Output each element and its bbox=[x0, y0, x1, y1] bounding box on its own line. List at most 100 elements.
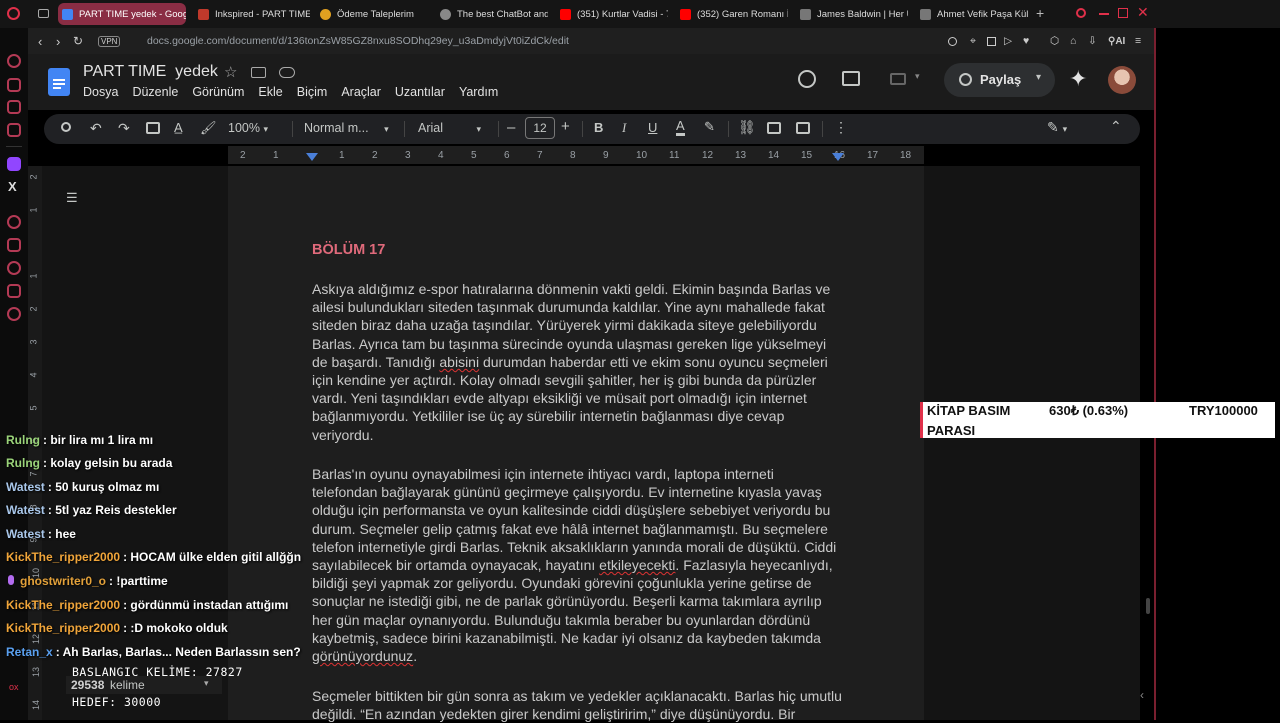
chat-username[interactable]: Rulng bbox=[6, 456, 40, 470]
text-color-icon[interactable]: A bbox=[676, 119, 685, 136]
document-title[interactable]: PART TIME yedek bbox=[83, 63, 218, 81]
menu-tools[interactable]: Araçlar bbox=[341, 85, 381, 99]
chat-username[interactable]: Watest bbox=[6, 527, 45, 541]
extensions-icon[interactable] bbox=[7, 284, 21, 298]
new-tab-button[interactable]: + bbox=[1036, 5, 1044, 21]
hide-menus-icon[interactable]: ⌃ bbox=[1110, 118, 1122, 135]
menu-extensions[interactable]: Uzantılar bbox=[395, 85, 445, 99]
link-icon[interactable]: ⛓ bbox=[738, 119, 756, 136]
comments-icon[interactable] bbox=[842, 71, 860, 86]
zoom-page-icon[interactable] bbox=[948, 36, 957, 46]
tab-docs[interactable]: PART TIME yedek - Google bbox=[58, 3, 186, 25]
zoom-select[interactable]: 100% ▾ bbox=[228, 121, 268, 135]
search-tabs-icon[interactable] bbox=[1076, 8, 1086, 18]
paragraph-1[interactable]: Askıya aldığımız e-spor hatıralarına dön… bbox=[312, 280, 842, 444]
share-dropdown-icon[interactable]: ▾ bbox=[1036, 72, 1041, 83]
twitch-icon[interactable] bbox=[7, 157, 21, 171]
close-window-icon[interactable]: ✕ bbox=[1137, 4, 1149, 21]
paint-format-icon[interactable]: 🖌 bbox=[200, 120, 217, 136]
docs-logo-icon[interactable] bbox=[48, 68, 70, 96]
heart-icon[interactable]: ♥ bbox=[1023, 35, 1029, 47]
more-icon[interactable]: ox bbox=[9, 682, 19, 692]
tab-baldwin[interactable]: James Baldwin | Her U bbox=[796, 3, 908, 25]
reload-icon[interactable]: ↻ bbox=[73, 34, 83, 48]
pin-icon[interactable] bbox=[7, 238, 21, 252]
aria-ai-icon[interactable]: ⚲AI bbox=[1108, 36, 1125, 47]
paragraph-2[interactable]: Barlas'ın oyunu oynayabilmesi için inter… bbox=[312, 465, 842, 665]
search-menus-icon[interactable] bbox=[61, 122, 71, 132]
cube-icon[interactable]: ⬡ bbox=[1050, 35, 1059, 47]
snapshot-icon[interactable] bbox=[987, 36, 996, 46]
history-icon[interactable] bbox=[7, 261, 21, 275]
bold-icon[interactable]: B bbox=[594, 120, 603, 135]
insert-image-icon[interactable] bbox=[796, 122, 810, 134]
maximize-icon[interactable] bbox=[1118, 8, 1128, 18]
chat-username[interactable]: Watest bbox=[6, 480, 45, 494]
menu-view[interactable]: Görünüm bbox=[192, 85, 244, 99]
x-twitter-icon[interactable]: X bbox=[8, 179, 17, 194]
tab-chatbot[interactable]: The best ChatBot and bbox=[436, 3, 548, 25]
chat-username[interactable]: ghostwriter0_o bbox=[20, 574, 106, 588]
word-count-dropdown-icon[interactable]: ▾ bbox=[204, 678, 209, 689]
font-size-input[interactable]: 12 bbox=[525, 117, 555, 139]
undo-icon[interactable]: ↶ bbox=[90, 120, 102, 137]
cloud-saved-icon[interactable] bbox=[279, 67, 295, 78]
download-icon[interactable] bbox=[7, 78, 21, 92]
menu-insert[interactable]: Ekle bbox=[258, 85, 282, 99]
share-button[interactable]: Paylaş ▾ bbox=[944, 63, 1055, 97]
wallet-icon[interactable] bbox=[7, 100, 21, 114]
move-folder-icon[interactable] bbox=[251, 67, 266, 78]
tab-inkspired[interactable]: Inkspired - PART TIME bbox=[194, 3, 310, 25]
spellcheck-icon[interactable]: A̲ bbox=[174, 120, 183, 135]
tab-youtube-1[interactable]: (351) Kurtlar Vadisi - 7 bbox=[556, 3, 668, 25]
messenger-icon[interactable] bbox=[7, 54, 21, 68]
minimize-icon[interactable] bbox=[1099, 13, 1109, 15]
print-icon[interactable] bbox=[146, 122, 160, 134]
back-icon[interactable]: ‹ bbox=[38, 34, 42, 49]
menu-help[interactable]: Yardım bbox=[459, 85, 498, 99]
spelling-error[interactable]: görünüyordunuz bbox=[312, 648, 413, 664]
chat-username[interactable]: Rulng bbox=[6, 433, 40, 447]
tab-payments[interactable]: Ödeme Taleplerim bbox=[316, 3, 428, 25]
more-options-icon[interactable]: ⋮ bbox=[834, 119, 848, 136]
chat-username[interactable]: Retan_x bbox=[6, 645, 53, 659]
tab-youtube-2[interactable]: (352) Garen Romanı İn bbox=[676, 3, 788, 25]
menu-edit[interactable]: Düzenle bbox=[132, 85, 178, 99]
left-indent-marker[interactable] bbox=[306, 153, 318, 161]
font-select[interactable]: Arial ▾ bbox=[418, 121, 481, 135]
collapse-panel-icon[interactable]: ‹ bbox=[1140, 688, 1144, 702]
url-field[interactable]: docs.google.com/document/d/136tonZsW85GZ… bbox=[147, 35, 569, 47]
menu-format[interactable]: Biçim bbox=[297, 85, 328, 99]
underline-icon[interactable]: U bbox=[648, 120, 657, 135]
right-indent-marker[interactable] bbox=[832, 153, 844, 161]
vpn-badge[interactable]: VPN bbox=[98, 35, 121, 47]
opera-logo-icon[interactable] bbox=[7, 7, 20, 20]
meet-dropdown-icon[interactable]: ▾ bbox=[915, 71, 920, 82]
add-comment-icon[interactable] bbox=[767, 122, 781, 134]
pin-page-icon[interactable]: ⌖ bbox=[970, 35, 976, 48]
gemini-sparkle-icon[interactable]: ✦ bbox=[1069, 66, 1087, 92]
decrease-font-size-button[interactable]: – bbox=[507, 119, 515, 136]
chat-username[interactable]: Watest bbox=[6, 503, 45, 517]
music-icon[interactable] bbox=[7, 123, 21, 137]
meet-icon[interactable] bbox=[890, 73, 906, 85]
outline-icon[interactable]: ☰ bbox=[66, 190, 78, 206]
version-history-icon[interactable] bbox=[798, 70, 816, 88]
spelling-error[interactable]: etkileyecekti bbox=[599, 557, 675, 573]
highlight-icon[interactable]: ✎ bbox=[704, 119, 715, 135]
play-icon[interactable]: ▷ bbox=[1004, 35, 1012, 47]
download-bar-icon[interactable]: ⇩ bbox=[1088, 35, 1097, 47]
editing-mode-icon[interactable]: ✎ ▾ bbox=[1047, 119, 1067, 136]
style-select[interactable]: Normal m... ▾ bbox=[304, 121, 389, 135]
chat-username[interactable]: KickThe_ripper2000 bbox=[6, 598, 120, 612]
paragraph-3[interactable]: Seçmeler bittikten bir gün sonra as takı… bbox=[312, 687, 842, 723]
redo-icon[interactable]: ↷ bbox=[118, 120, 130, 137]
chat-username[interactable]: KickThe_ripper2000 bbox=[6, 621, 120, 635]
menu-icon[interactable]: ≡ bbox=[1135, 35, 1141, 47]
workspaces-icon[interactable] bbox=[38, 9, 49, 18]
forward-icon[interactable]: › bbox=[56, 34, 60, 49]
player-icon[interactable] bbox=[7, 215, 21, 229]
scrollbar-thumb[interactable] bbox=[1146, 598, 1150, 614]
spelling-error[interactable]: abisini bbox=[439, 354, 479, 370]
settings-gear-icon[interactable] bbox=[7, 307, 21, 321]
